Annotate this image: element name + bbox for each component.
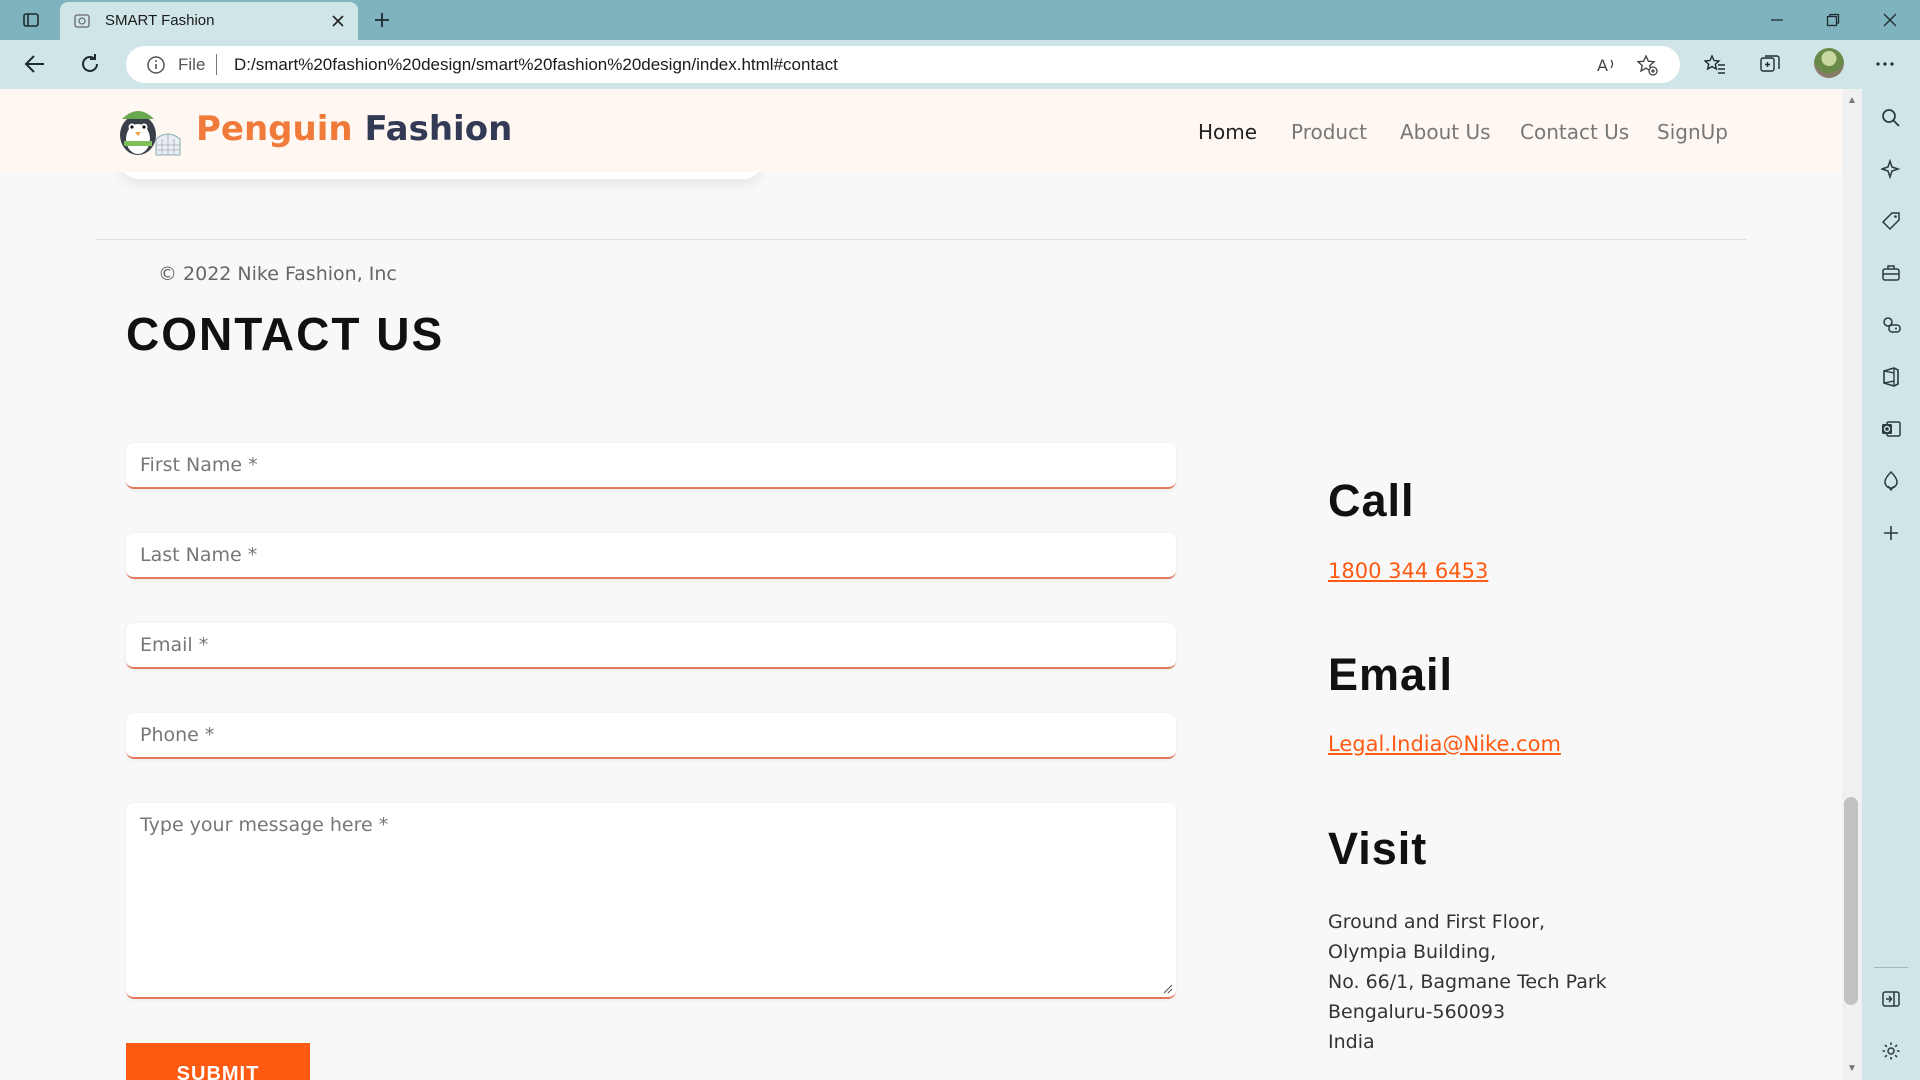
scheme-label: File <box>178 55 206 74</box>
email-heading: Email <box>1328 649 1454 700</box>
message-textarea[interactable]: Type your message here * <box>126 803 1176 999</box>
nav-about-us[interactable]: About Us <box>1400 120 1491 144</box>
contact-section-title: CONTACT US <box>126 308 445 360</box>
browser-title-bar: SMART Fashion <box>0 0 1920 40</box>
tab-actions-icon[interactable] <box>16 0 46 40</box>
add-sidebar-app-icon[interactable] <box>1877 519 1905 547</box>
email-link[interactable]: Legal.India@Nike.com <box>1328 732 1561 756</box>
back-arrow-icon[interactable] <box>18 47 52 81</box>
search-icon[interactable] <box>1877 104 1905 132</box>
address-line: Olympia Building, <box>1328 941 1497 963</box>
last-name-placeholder: Last Name * <box>140 544 258 566</box>
phone-field[interactable]: Phone * <box>126 713 1176 759</box>
site-info-icon[interactable] <box>146 55 166 75</box>
copyright-text: © 2022 Nike Fashion, Inc <box>158 263 397 285</box>
page-viewport: © 2022 Nike Fashion, Inc Penguin Fashion… <box>0 89 1842 1080</box>
svg-text:A: A <box>1597 56 1608 75</box>
last-name-field[interactable]: Last Name * <box>126 533 1176 579</box>
url-text[interactable]: D:/smart%20fashion%20design/smart%20fash… <box>234 55 838 75</box>
penguin-logo-icon[interactable] <box>110 101 182 159</box>
browser-tab[interactable]: SMART Fashion <box>60 2 358 40</box>
refresh-icon[interactable] <box>73 47 107 81</box>
browser-sidebar <box>1862 89 1920 1080</box>
address-line: India <box>1328 1031 1375 1053</box>
call-heading: Call <box>1328 475 1415 526</box>
favorites-icon[interactable] <box>1698 47 1732 81</box>
omnibox-separator <box>216 54 217 75</box>
address-block: Ground and First Floor, Olympia Building… <box>1328 907 1607 1057</box>
minimize-icon[interactable] <box>1762 0 1792 40</box>
footer-divider <box>96 239 1746 240</box>
hide-sidebar-icon[interactable] <box>1877 985 1905 1013</box>
drop-icon[interactable] <box>1877 467 1905 495</box>
scrollbar-thumb[interactable] <box>1844 797 1858 1005</box>
email-placeholder: Email * <box>140 634 209 656</box>
page-favicon-icon <box>74 14 90 28</box>
nav-signup[interactable]: SignUp <box>1657 120 1728 144</box>
phone-link[interactable]: 1800 344 6453 <box>1328 559 1488 583</box>
email-field[interactable]: Email * <box>126 623 1176 669</box>
address-line: Bengaluru-560093 <box>1328 1001 1506 1023</box>
profile-avatar[interactable] <box>1814 48 1844 78</box>
sidebar-divider <box>1874 967 1908 968</box>
copilot-sparkle-icon[interactable] <box>1877 155 1905 183</box>
add-favorite-icon[interactable] <box>1634 52 1660 78</box>
more-options-icon[interactable] <box>1868 47 1902 81</box>
outlook-icon[interactable] <box>1877 415 1905 443</box>
brand-name-secondary: Fashion <box>364 109 513 149</box>
read-aloud-icon[interactable]: A <box>1594 52 1620 78</box>
brand-logo-text[interactable]: Penguin Fashion <box>196 109 512 149</box>
message-placeholder: Type your message here * <box>140 814 389 836</box>
address-bar[interactable]: File D:/smart%20fashion%20design/smart%2… <box>126 46 1680 83</box>
nav-product[interactable]: Product <box>1291 120 1367 144</box>
brand-name-primary: Penguin <box>196 109 353 149</box>
restore-icon[interactable] <box>1818 0 1848 40</box>
scroll-down-icon[interactable]: ▼ <box>1845 1061 1859 1075</box>
collections-icon[interactable] <box>1753 47 1787 81</box>
close-window-icon[interactable] <box>1875 0 1905 40</box>
address-line: No. 66/1, Bagmane Tech Park <box>1328 971 1607 993</box>
visit-heading: Visit <box>1328 823 1428 874</box>
office-icon[interactable] <box>1877 363 1905 391</box>
settings-gear-icon[interactable] <box>1877 1037 1905 1065</box>
nav-contact-us[interactable]: Contact Us <box>1520 120 1629 144</box>
site-header: Penguin Fashion Home Product About Us Co… <box>0 89 1842 172</box>
browser-toolbar: File D:/smart%20fashion%20design/smart%2… <box>0 40 1920 89</box>
tools-briefcase-icon[interactable] <box>1877 259 1905 287</box>
phone-placeholder: Phone * <box>140 724 215 746</box>
resize-handle-icon[interactable] <box>1163 984 1173 994</box>
first-name-field[interactable]: First Name * <box>126 443 1176 489</box>
scroll-up-icon[interactable]: ▲ <box>1845 93 1859 107</box>
submit-button[interactable]: SUBMIT <box>126 1043 310 1080</box>
shopping-tag-icon[interactable] <box>1877 207 1905 235</box>
games-icon[interactable] <box>1877 311 1905 339</box>
new-tab-icon[interactable] <box>368 6 396 34</box>
nav-home[interactable]: Home <box>1198 120 1257 144</box>
address-line: Ground and First Floor, <box>1328 911 1546 933</box>
close-tab-icon[interactable] <box>326 9 350 33</box>
first-name-placeholder: First Name * <box>140 454 258 476</box>
tab-title: SMART Fashion <box>105 12 215 29</box>
